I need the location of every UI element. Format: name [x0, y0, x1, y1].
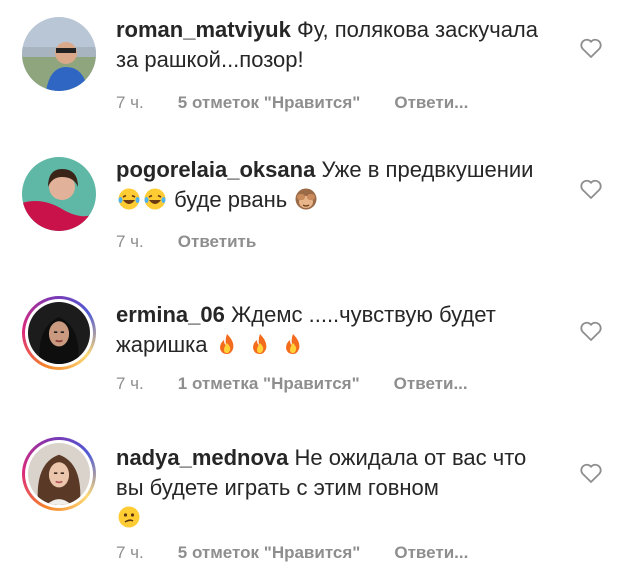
heart-outline-icon[interactable] [579, 320, 603, 342]
comment-time: 7 ч. [116, 232, 144, 251]
fire-emoji-icon [219, 334, 234, 354]
fire-emoji-icon [285, 334, 300, 354]
reply-button[interactable]: Ответи... [394, 374, 468, 393]
comment-likes[interactable]: 5 отметок "Нравится" [178, 93, 361, 112]
avatar-image [28, 302, 90, 364]
comment-username[interactable]: ermina_06 [116, 302, 225, 327]
avatar[interactable] [22, 157, 96, 231]
heart-outline-icon[interactable] [579, 178, 603, 200]
heart-outline-icon[interactable] [579, 462, 603, 484]
heart-outline-icon[interactable] [579, 37, 603, 59]
comment-username[interactable]: roman_matviyuk [116, 17, 291, 42]
comment-time: 7 ч. [116, 93, 144, 112]
avatar[interactable] [22, 17, 96, 91]
avatar-image [28, 443, 90, 505]
comment-username[interactable]: nadya_mednova [116, 445, 288, 470]
fire-emoji-icon [252, 334, 267, 354]
see-no-evil-monkey-emoji-icon [295, 188, 317, 210]
avatar[interactable] [22, 296, 96, 370]
comment-text-continued: буде рвань [174, 187, 288, 212]
comment-likes[interactable]: 1 отметка "Нравится" [178, 374, 360, 393]
laughing-tears-emoji-icon [144, 188, 166, 210]
comment-text: Уже в предвкушении [321, 157, 534, 182]
avatar-image [22, 17, 96, 91]
avatar[interactable] [22, 437, 96, 511]
avatar-image [22, 157, 96, 231]
laughing-tears-emoji-icon [118, 188, 140, 210]
reply-button[interactable]: Ответи... [394, 543, 468, 562]
comment-time: 7 ч. [116, 374, 144, 393]
reply-button[interactable]: Ответи... [394, 93, 468, 112]
confused-face-emoji-icon [118, 506, 140, 528]
reply-button[interactable]: Ответить [178, 232, 257, 251]
comment-username[interactable]: pogorelaia_oksana [116, 157, 315, 182]
comment-likes[interactable]: 5 отметок "Нравится" [178, 543, 361, 562]
comment-time: 7 ч. [116, 543, 144, 562]
